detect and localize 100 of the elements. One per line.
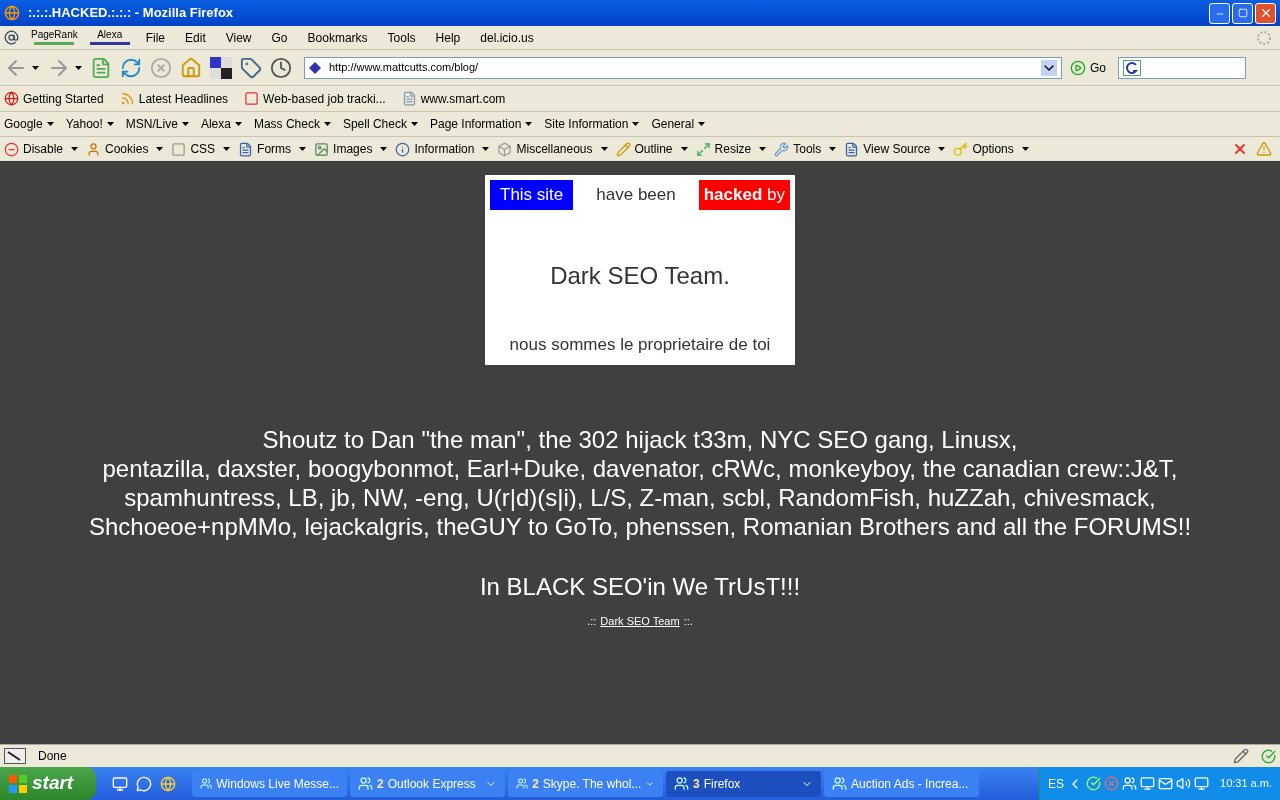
toolbar-dropdown[interactable]: CSS xyxy=(171,140,231,158)
toolbar-dropdown[interactable]: Page Information xyxy=(429,115,533,133)
stop-icon[interactable] xyxy=(150,56,172,79)
toolbar-dropdown[interactable]: MSN/Live xyxy=(125,115,189,133)
minimize-button[interactable] xyxy=(1209,2,1230,24)
history-clock-icon[interactable] xyxy=(270,56,292,79)
no-entry-icon xyxy=(4,141,19,157)
tray-network-icon[interactable] xyxy=(1140,776,1155,791)
check-icon[interactable] xyxy=(1261,748,1276,764)
bookmark-item[interactable]: www.smart.com xyxy=(401,89,506,108)
caret-icon xyxy=(323,122,331,126)
at-sign-icon[interactable] xyxy=(4,30,19,45)
document-icon xyxy=(844,141,860,157)
throbber-icon xyxy=(1256,29,1272,46)
toolbar-dropdown[interactable]: Mass Check xyxy=(253,115,331,133)
bookmark-item[interactable]: Latest Headlines xyxy=(119,89,229,108)
error-cross-icon[interactable] xyxy=(1232,141,1248,157)
toolbar-dropdown[interactable]: View Source xyxy=(844,140,946,158)
browser-logo-icon xyxy=(4,5,20,21)
menu-item[interactable]: File xyxy=(141,28,170,47)
taskbar-button[interactable]: 2 Outlook Express xyxy=(350,770,505,797)
caret-icon xyxy=(181,122,189,126)
toolbar-dropdown[interactable]: Resize xyxy=(695,140,767,158)
caret-icon xyxy=(525,122,533,126)
pagerank-meter: PageRank xyxy=(31,30,78,45)
caret-icon xyxy=(75,65,82,70)
toolbar-dropdown[interactable]: Spell Check xyxy=(342,115,418,133)
footer-ornament: ::. xyxy=(683,614,693,629)
caret-icon xyxy=(46,122,54,126)
language-indicator[interactable]: ES xyxy=(1048,774,1064,793)
caret-icon xyxy=(380,147,388,151)
desktop-icon[interactable] xyxy=(112,775,128,792)
caret-icon xyxy=(299,147,307,151)
taskbar-button[interactable]: 3 Firefox xyxy=(666,770,821,797)
home-icon[interactable] xyxy=(180,56,202,79)
tray-mail-icon[interactable] xyxy=(1158,776,1173,791)
toolbar-dropdown[interactable]: Information xyxy=(395,140,490,158)
bookmark-item[interactable]: Getting Started xyxy=(4,89,104,108)
go-button[interactable]: Go xyxy=(1070,58,1106,77)
dropdown-icon[interactable] xyxy=(1041,59,1057,76)
tag-icon[interactable] xyxy=(240,56,262,79)
caret-icon xyxy=(632,122,640,126)
banner-text: hacked by xyxy=(698,180,790,210)
toolbar-dropdown[interactable]: Google xyxy=(4,115,54,133)
checkerboard-icon[interactable] xyxy=(210,56,232,79)
toolbar-dropdown[interactable]: Yahoo! xyxy=(65,115,114,133)
menu-item[interactable]: Bookmarks xyxy=(303,28,372,47)
taskbar-button[interactable]: Auction Ads - Increa... xyxy=(824,770,979,797)
menu-item[interactable]: Tools xyxy=(383,28,420,47)
taskbar-button[interactable]: Windows Live Messe... xyxy=(192,770,347,797)
menu-item[interactable]: View xyxy=(221,28,256,47)
toolbar-dropdown[interactable]: Cookies xyxy=(86,140,164,158)
app-icon xyxy=(516,776,529,791)
url-field[interactable]: http://www.mattcutts.com/blog/ xyxy=(304,56,1062,79)
caret-icon xyxy=(829,147,837,151)
toolbar-dropdown[interactable]: Site Information xyxy=(544,115,640,133)
search-engine-icon xyxy=(1123,59,1141,76)
tray-display-icon[interactable] xyxy=(1194,776,1209,791)
menu-item[interactable]: Go xyxy=(267,28,292,47)
menu-item[interactable]: Edit xyxy=(181,28,210,47)
app-icon xyxy=(832,776,847,791)
caret-icon xyxy=(410,122,418,126)
toolbar-dropdown[interactable]: Forms xyxy=(238,140,307,158)
taskbar-button[interactable]: 2 Skype. The whol... xyxy=(508,770,663,797)
caret-icon xyxy=(234,122,242,126)
browser-icon[interactable] xyxy=(160,775,176,792)
team-link[interactable]: Dark SEO Team xyxy=(600,613,680,630)
toolbar-dropdown[interactable]: Disable xyxy=(4,140,79,158)
bookmark-item[interactable]: Web-based job tracki... xyxy=(244,89,386,108)
close-button[interactable] xyxy=(1255,2,1276,24)
toolbar-dropdown[interactable]: General xyxy=(651,115,706,133)
toolbar-dropdown[interactable]: Alexa xyxy=(200,115,242,133)
banner-text: This site xyxy=(490,180,574,210)
warning-icon[interactable] xyxy=(1256,141,1272,157)
toolbar-dropdown[interactable]: Miscellaneous xyxy=(497,140,608,158)
tray-people-icon[interactable] xyxy=(1122,776,1137,791)
toolbar-dropdown[interactable]: Options xyxy=(953,140,1029,158)
caret-icon xyxy=(698,122,706,126)
toolbar-dropdown[interactable]: Tools xyxy=(774,140,837,158)
search-field[interactable] xyxy=(1118,56,1246,79)
picture-icon xyxy=(314,141,330,157)
globe-icon xyxy=(4,91,19,106)
play-icon xyxy=(1070,59,1086,76)
menu-item[interactable]: Help xyxy=(431,28,465,47)
menu-item[interactable]: del.icio.us xyxy=(476,28,538,47)
shoutz-paragraph: Shoutz to Dan "the man", the 302 hijack t33m, NYC SEO gang, Linusx, pentazilla, daxster, boogybonmot, Earl+Duke, davenator, cRWc, monkeyboy, the canadian crew::J&T, spamhuntress, LB, jb, NW, -eng, U(r|d)(s|i), L/S, Z-man, scbl, RandomFish, huZZah, chivesmack, Shchoeoe+npMMo, lejackalgris, theGUY to GoTo, phenssen, Romanian Brothers and all the FORUMS!! xyxy=(88,425,1192,541)
caret-icon xyxy=(32,65,39,70)
tray-check-icon[interactable] xyxy=(1086,776,1101,791)
windows-logo-icon xyxy=(8,773,28,794)
restore-button[interactable] xyxy=(1232,2,1253,24)
caret-icon xyxy=(680,147,688,151)
app-icon xyxy=(358,776,373,791)
toolbar-dropdown[interactable]: Outline xyxy=(615,140,688,158)
reload-icon[interactable] xyxy=(120,56,142,79)
app-icon xyxy=(200,776,213,791)
motto: In BLACK SEO'in We TrUsT!!! xyxy=(479,572,801,602)
toolbar-dropdown[interactable]: Images xyxy=(314,140,388,158)
speaker-icon[interactable] xyxy=(1176,776,1191,791)
app-icon xyxy=(674,776,689,791)
start-button[interactable]: start xyxy=(0,767,96,800)
